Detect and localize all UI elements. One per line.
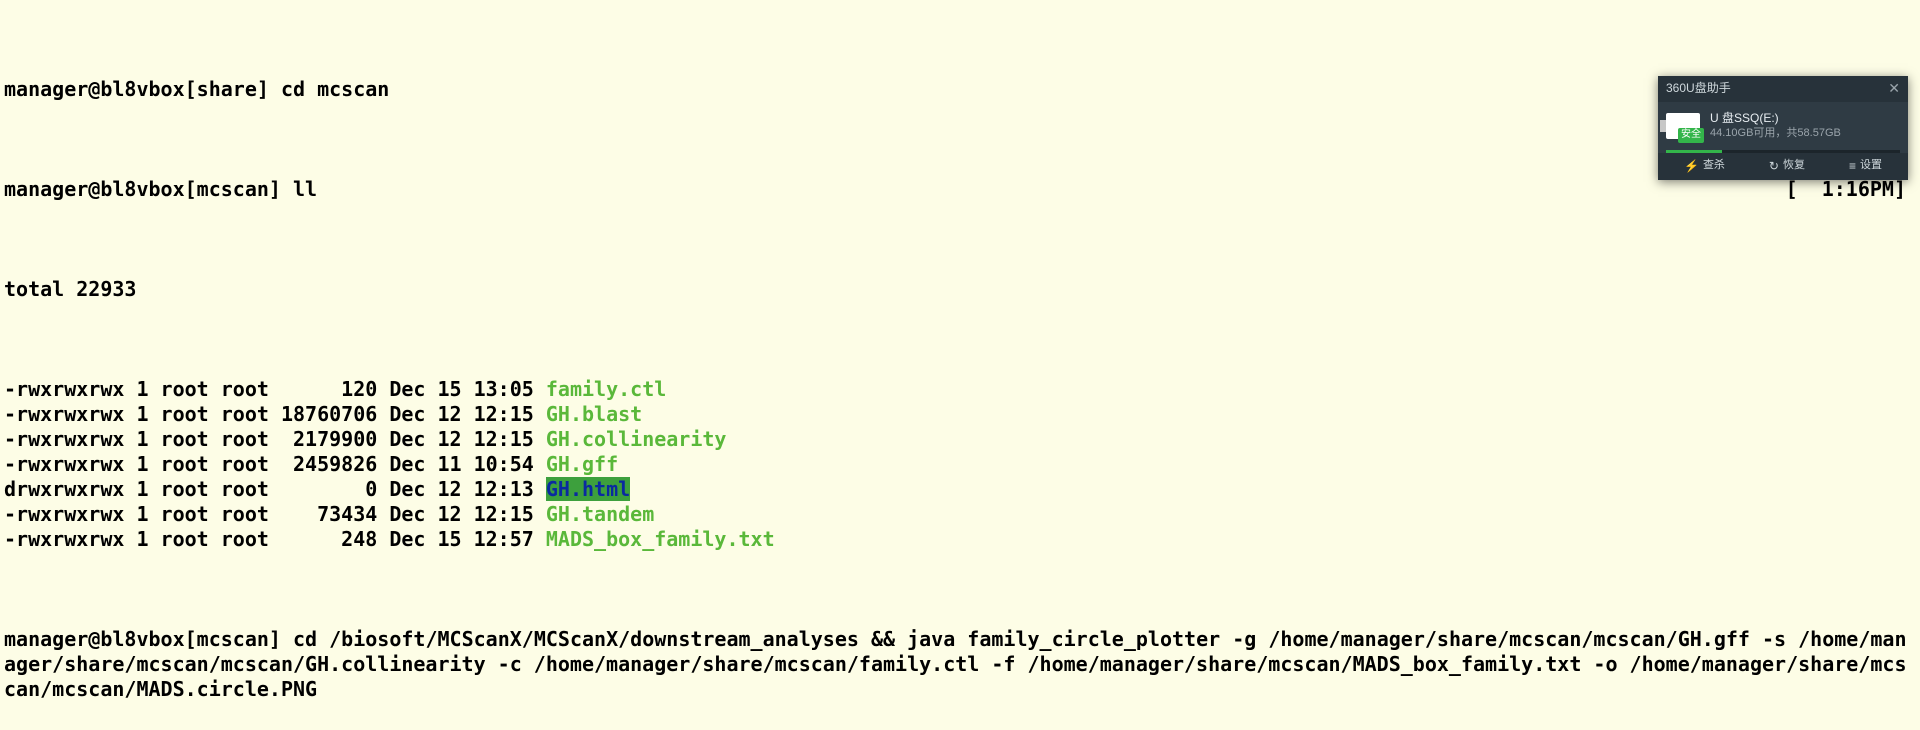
close-icon[interactable]: ✕ <box>1888 80 1900 98</box>
file-meta: drwxrwxrwx 1 root root 0 Dec 12 12:13 <box>4 477 546 501</box>
file-meta: -rwxrwxrwx 1 root root 2459826 Dec 11 10… <box>4 452 546 476</box>
file-meta: -rwxrwxrwx 1 root root 248 Dec 15 12:57 <box>4 527 546 551</box>
prompt-prefix: manager@bl8vbox[mcscan] <box>4 177 281 201</box>
command-text: cd /biosoft/MCScanX/MCScanX/downstream_a… <box>4 627 1907 701</box>
prompt-prefix: manager@bl8vbox[mcscan] <box>4 627 281 651</box>
drive-info: U 盘SSQ(E:) 44.10GB可用，共58.57GB <box>1710 110 1841 142</box>
prompt-line-2: manager@bl8vbox[mcscan] ll [ 1:16PM] <box>4 177 1916 202</box>
usb-drive-icon: 安全 <box>1666 113 1700 139</box>
lightning-icon: ⚡ <box>1684 159 1699 174</box>
recover-button[interactable]: ↻恢复 <box>1769 159 1805 174</box>
file-row: -rwxrwxrwx 1 root root 18760706 Dec 12 1… <box>4 402 1916 427</box>
popup-footer: ⚡查杀 ↻恢复 ≡设置 <box>1658 153 1908 180</box>
file-name: GH.blast <box>546 402 642 426</box>
file-name: GH.html <box>546 477 630 501</box>
file-row: drwxrwxrwx 1 root root 0 Dec 12 12:13 GH… <box>4 477 1916 502</box>
file-meta: -rwxrwxrwx 1 root root 73434 Dec 12 12:1… <box>4 502 546 526</box>
settings-icon: ≡ <box>1849 159 1856 174</box>
safety-badge: 安全 <box>1678 128 1704 143</box>
refresh-icon: ↻ <box>1769 159 1779 174</box>
file-row: -rwxrwxrwx 1 root root 248 Dec 15 12:57 … <box>4 527 1916 552</box>
file-row: -rwxrwxrwx 1 root root 120 Dec 15 13:05 … <box>4 377 1916 402</box>
command-text: ll <box>293 177 317 201</box>
file-meta: -rwxrwxrwx 1 root root 18760706 Dec 12 1… <box>4 402 546 426</box>
popup-title: 360U盘助手 <box>1666 81 1731 96</box>
drive-name: U 盘SSQ(E:) <box>1710 110 1841 127</box>
file-row: -rwxrwxrwx 1 root root 2179900 Dec 12 12… <box>4 427 1916 452</box>
popup-body: 安全 U 盘SSQ(E:) 44.10GB可用，共58.57GB <box>1658 102 1908 150</box>
scan-button[interactable]: ⚡查杀 <box>1684 159 1725 174</box>
file-meta: -rwxrwxrwx 1 root root 2179900 Dec 12 12… <box>4 427 546 451</box>
prompt-prefix: manager@bl8vbox[share] <box>4 77 269 101</box>
drive-capacity: 44.10GB可用，共58.57GB <box>1710 126 1841 141</box>
file-name: GH.tandem <box>546 502 654 526</box>
file-name: family.ctl <box>546 377 666 401</box>
prompt-line-3: manager@bl8vbox[mcscan] cd /biosoft/MCSc… <box>4 627 1916 702</box>
file-name: GH.gff <box>546 452 618 476</box>
usb-helper-popup: 360U盘助手 ✕ 安全 U 盘SSQ(E:) 44.10GB可用，共58.57… <box>1658 76 1908 180</box>
file-meta: -rwxrwxrwx 1 root root 120 Dec 15 13:05 <box>4 377 546 401</box>
file-listing: -rwxrwxrwx 1 root root 120 Dec 15 13:05 … <box>4 377 1916 552</box>
file-name: GH.collinearity <box>546 427 727 451</box>
timestamp: [ 1:16PM] <box>1786 177 1916 202</box>
file-row: -rwxrwxrwx 1 root root 2459826 Dec 11 10… <box>4 452 1916 477</box>
ls-total: total 22933 <box>4 277 1916 302</box>
file-name: MADS_box_family.txt <box>546 527 775 551</box>
file-row: -rwxrwxrwx 1 root root 73434 Dec 12 12:1… <box>4 502 1916 527</box>
prompt-line-1: manager@bl8vbox[share] cd mcscan [ 1:16P… <box>4 77 1916 102</box>
command-text: cd mcscan <box>281 77 389 101</box>
popup-header: 360U盘助手 ✕ <box>1658 76 1908 102</box>
settings-button[interactable]: ≡设置 <box>1849 159 1882 174</box>
terminal-output[interactable]: manager@bl8vbox[share] cd mcscan [ 1:16P… <box>0 0 1920 730</box>
